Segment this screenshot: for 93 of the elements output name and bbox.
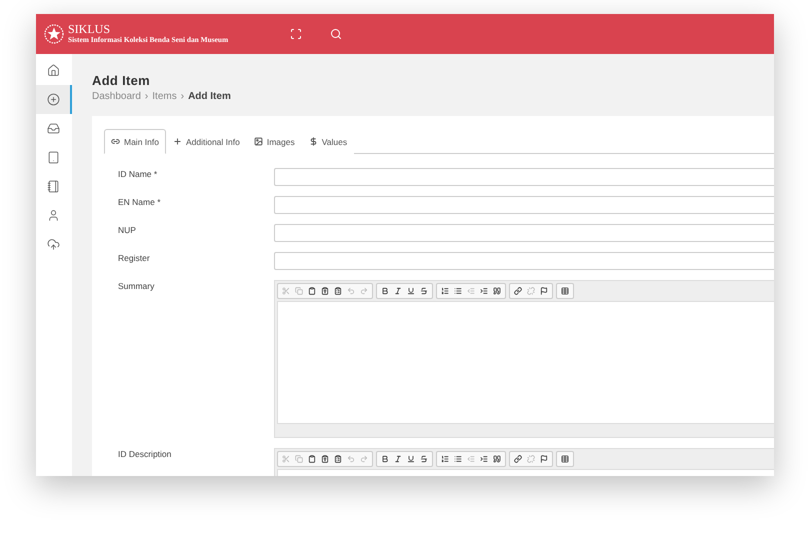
breadcrumb-separator: ›: [144, 91, 148, 102]
paste-icon: [308, 287, 316, 295]
indent-button[interactable]: [478, 455, 490, 463]
paste-text-button[interactable]: [319, 455, 331, 463]
unlink-icon: [527, 455, 535, 463]
field-label: ID Name *: [118, 168, 158, 181]
strike-icon: [420, 287, 428, 295]
ordered-list-icon: [441, 287, 449, 295]
field-label: EN Name *: [118, 196, 162, 209]
notebook-icon: [46, 180, 60, 193]
field-label: NUP: [118, 224, 137, 237]
fullscreen-icon: [290, 28, 302, 40]
quote-icon: [493, 287, 501, 295]
image-icon: [254, 137, 263, 146]
strike-icon: [420, 455, 428, 463]
flag-button[interactable]: [538, 455, 550, 463]
link-button[interactable]: [512, 455, 524, 463]
input-field[interactable]: [274, 224, 774, 242]
flag-icon: [540, 455, 548, 463]
emblem-logo-icon: [44, 24, 64, 44]
redo-icon: [360, 455, 368, 463]
input-field[interactable]: [274, 196, 774, 214]
undo-icon: [347, 455, 355, 463]
upload-icon: [46, 238, 60, 251]
copy-icon: [295, 287, 303, 295]
underline-button[interactable]: [405, 287, 417, 295]
paste-word-button[interactable]: [332, 455, 344, 463]
quote-button[interactable]: [491, 455, 503, 463]
table-button[interactable]: [559, 455, 571, 463]
underline-icon: [407, 287, 415, 295]
input-field[interactable]: [274, 252, 774, 270]
copy-icon: [295, 455, 303, 463]
link-icon: [514, 455, 522, 463]
strike-button[interactable]: [418, 287, 430, 295]
quote-icon: [493, 455, 501, 463]
dollar-icon: [308, 137, 318, 146]
plus-icon: [172, 137, 182, 146]
paste-word-icon: [334, 287, 342, 295]
table-icon: [561, 455, 569, 463]
indent-icon: [480, 287, 488, 295]
ordered-list-button[interactable]: [439, 455, 451, 463]
paste-text-icon: [321, 287, 329, 295]
field-label: Summary: [118, 280, 156, 293]
field-label: ID Description: [118, 448, 172, 461]
cut-icon: [282, 287, 290, 295]
link-icon: [514, 287, 522, 295]
tablet-icon: [46, 151, 60, 164]
paste-button[interactable]: [306, 287, 318, 295]
outdent-icon: [467, 455, 475, 463]
sidebar-item[interactable]: [36, 85, 72, 114]
paste-word-icon: [334, 455, 342, 463]
logo-title: SIKLUS: [68, 23, 112, 35]
paste-button[interactable]: [306, 455, 318, 463]
unlink-icon: [527, 287, 535, 295]
input-field[interactable]: [274, 168, 774, 186]
paste-word-button[interactable]: [332, 287, 344, 295]
underline-icon: [407, 455, 415, 463]
flag-button[interactable]: [538, 287, 550, 295]
inbox-icon: [46, 122, 60, 135]
breadcrumb-separator: ›: [180, 91, 184, 102]
bullet-list-icon: [454, 287, 462, 295]
page-title: Add Item: [92, 73, 152, 88]
strike-button[interactable]: [418, 455, 430, 463]
indent-icon: [480, 455, 488, 463]
table-icon: [561, 287, 569, 295]
tab[interactable]: Main Info: [104, 129, 166, 154]
paste-icon: [308, 455, 316, 463]
link-icon: [111, 137, 120, 146]
link-button[interactable]: [512, 287, 524, 295]
underline-button[interactable]: [405, 455, 417, 463]
ordered-list-button[interactable]: [439, 287, 451, 295]
home-icon: [46, 64, 60, 77]
indent-button[interactable]: [478, 287, 490, 295]
bullet-list-icon: [454, 455, 462, 463]
bold-icon: [381, 455, 389, 463]
ordered-list-icon: [441, 455, 449, 463]
italic-icon: [394, 287, 402, 295]
paste-text-icon: [321, 455, 329, 463]
user-icon: [46, 209, 60, 222]
undo-icon: [347, 287, 355, 295]
flag-icon: [540, 287, 548, 295]
italic-icon: [394, 455, 402, 463]
cut-icon: [282, 455, 290, 463]
redo-icon: [360, 287, 368, 295]
add-icon: [46, 93, 60, 106]
quote-button[interactable]: [491, 287, 503, 295]
bold-icon: [381, 287, 389, 295]
search-icon: [330, 28, 342, 40]
field-label: Register: [118, 252, 151, 265]
table-button[interactable]: [559, 287, 571, 295]
paste-text-button[interactable]: [319, 287, 331, 295]
breadcrumb-item: Add Item: [188, 91, 231, 102]
outdent-icon: [467, 287, 475, 295]
